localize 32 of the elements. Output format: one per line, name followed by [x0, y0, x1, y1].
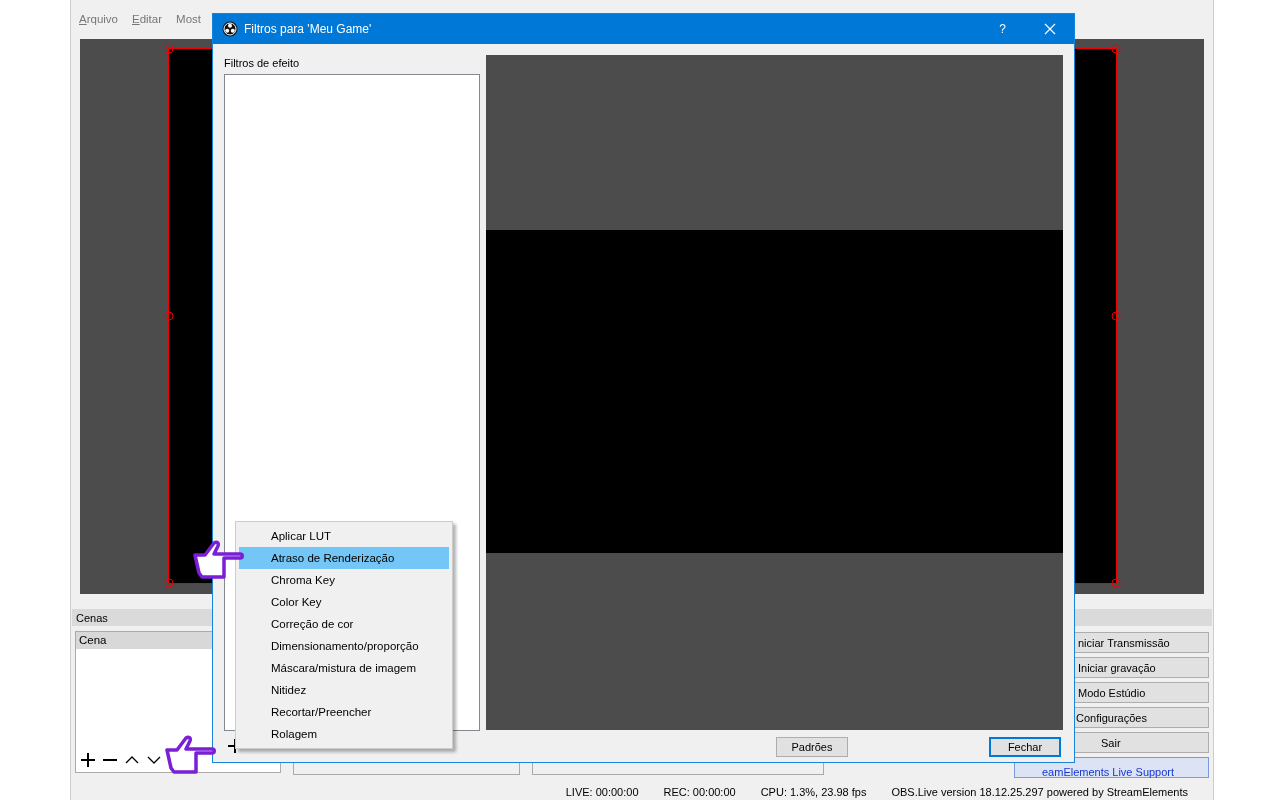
window-title: Filtros para 'Meu Game'	[244, 22, 372, 36]
status-text: CPU: 1.3%, 23.98 fps	[760, 786, 867, 798]
menu-item[interactable]: Most	[176, 13, 201, 25]
resize-handle[interactable]	[164, 311, 174, 321]
menu-item[interactable]: Color Key	[239, 591, 449, 613]
menu-item[interactable]: Arquivo	[79, 13, 118, 25]
list-label: Filtros de efeito	[224, 56, 301, 71]
resize-handle[interactable]	[164, 578, 174, 588]
add-icon[interactable]	[80, 752, 96, 768]
resize-handle[interactable]	[164, 44, 174, 54]
status-text: REC: 00:00:00	[663, 786, 736, 798]
support-button[interactable]: eamElements Live Support	[1014, 757, 1209, 778]
menu-item[interactable]: Correção de cor	[239, 613, 449, 635]
app-logo-icon	[222, 21, 238, 37]
menu-item[interactable]: Rolagem	[239, 723, 449, 745]
menu-item[interactable]: Recortar/Preencher	[239, 701, 449, 723]
menu-item[interactable]: Editar	[132, 13, 163, 25]
dialog-button[interactable]: Padrões	[776, 737, 848, 757]
resize-handle[interactable]	[1111, 311, 1121, 321]
menu-item[interactable]: Nitidez	[239, 679, 449, 701]
menu-item[interactable]: Chroma Key	[239, 569, 449, 591]
menu-item[interactable]: Máscara/mistura de imagem	[239, 657, 449, 679]
help-button[interactable]: ?	[999, 22, 1006, 36]
close-icon[interactable]	[1044, 23, 1056, 35]
menu-item[interactable]: Aplicar LUT	[239, 525, 449, 547]
dialog-button[interactable]: Fechar	[989, 737, 1061, 757]
dock-title: Cenas	[76, 611, 108, 624]
status-text: OBS.Live version 18.12.25.297 powered by StreamElements	[891, 786, 1188, 798]
status-text: LIVE: 00:00:00	[565, 786, 639, 798]
resize-handle[interactable]	[1111, 44, 1121, 54]
menu-item[interactable]: Atraso de Renderização	[239, 547, 449, 569]
resize-handle[interactable]	[1111, 578, 1121, 588]
